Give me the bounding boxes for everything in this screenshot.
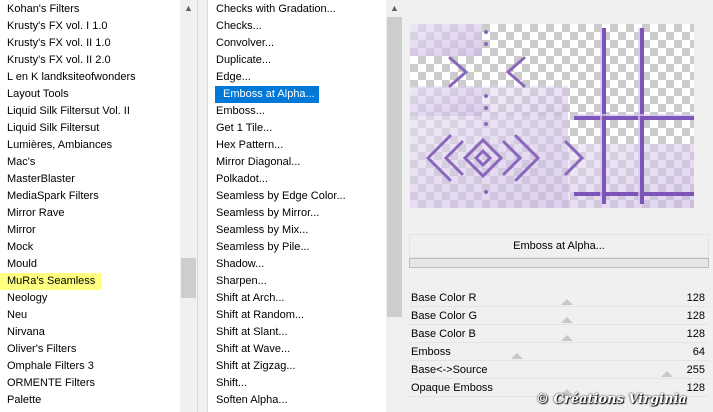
category-item[interactable]: Liquid Silk Filtersut Vol. II — [0, 103, 136, 120]
parameter-row[interactable]: Base Color R 128 — [409, 289, 709, 307]
scroll-up-arrow-icon[interactable]: ▲ — [386, 0, 403, 17]
filter-item[interactable]: Polkadot... — [208, 171, 346, 188]
parameter-slider-marker-icon[interactable] — [511, 353, 523, 359]
category-item[interactable]: Neology — [0, 290, 136, 307]
category-list[interactable]: Kohan's Filters Krusty's FX vol. I 1.0 Kru… — [0, 0, 198, 412]
filter-item[interactable]: Shift at Slant... — [208, 324, 346, 341]
filter-item[interactable]: Shadow... — [208, 256, 346, 273]
filter-item[interactable]: Mirror Diagonal... — [208, 154, 346, 171]
category-item[interactable]: Nirvana — [0, 324, 136, 341]
category-item[interactable]: Krusty's FX vol. I 1.0 — [0, 18, 136, 35]
filter-list-items[interactable]: Checks with Gradation... Checks... Convolv… — [208, 1, 346, 409]
filter-item[interactable]: Shift at Arch... — [208, 290, 346, 307]
parameter-value: 128 — [686, 328, 705, 340]
filter-scroll-thumb[interactable] — [387, 17, 402, 317]
effect-preview — [410, 24, 694, 208]
filter-item[interactable]: Seamless by Mirror... — [208, 205, 346, 222]
category-item[interactable]: Omphale Filters 3 — [0, 358, 136, 375]
parameter-row[interactable]: Base Color B 128 — [409, 325, 709, 343]
parameter-value: 128 — [686, 310, 705, 322]
filter-item[interactable]: Shift... — [208, 375, 346, 392]
category-item[interactable]: Oliver's Filters — [0, 341, 136, 358]
category-item[interactable]: MuRa's Seamless — [0, 273, 102, 290]
parameter-slider-marker-icon[interactable] — [661, 371, 673, 377]
filter-item[interactable]: Soften Alpha... — [208, 392, 346, 409]
filter-item[interactable]: Seamless by Edge Color... — [208, 188, 346, 205]
category-item[interactable]: Mirror Rave — [0, 205, 136, 222]
category-item[interactable]: Krusty's FX vol. II 1.0 — [0, 35, 136, 52]
parameter-row[interactable]: Base<->Source 255 — [409, 361, 709, 379]
filter-list[interactable]: Checks with Gradation... Checks... Convolv… — [207, 0, 403, 412]
scroll-up-arrow-icon[interactable]: ▲ — [180, 0, 197, 17]
category-item[interactable]: MasterBlaster — [0, 171, 136, 188]
category-item[interactable]: Liquid Silk Filtersut — [0, 120, 136, 137]
parameter-slider-marker-icon[interactable] — [561, 299, 573, 305]
filter-item[interactable]: Convolver... — [208, 35, 346, 52]
category-item[interactable]: MediaSpark Filters — [0, 188, 136, 205]
category-item[interactable]: Krusty's FX vol. II 2.0 — [0, 52, 136, 69]
category-item[interactable]: Layout Tools — [0, 86, 136, 103]
filter-item[interactable]: Shift at Zigzag... — [208, 358, 346, 375]
parameter-value: 128 — [686, 382, 705, 394]
category-item[interactable]: Neu — [0, 307, 136, 324]
filter-item[interactable]: Sharpen... — [208, 273, 346, 290]
parameter-slider-marker-icon[interactable] — [561, 335, 573, 341]
parameter-name: Base Color G — [411, 310, 478, 322]
parameter-name: Base<->Source — [411, 364, 488, 376]
preview-pattern — [410, 24, 694, 208]
category-item[interactable]: L en K landksiteofwonders — [0, 69, 136, 86]
filter-scrollbar[interactable]: ▲ — [386, 0, 403, 412]
filter-item[interactable]: Shift at Wave... — [208, 341, 346, 358]
filter-item[interactable]: Seamless by Mix... — [208, 222, 346, 239]
filter-item[interactable]: Duplicate... — [208, 52, 346, 69]
category-item[interactable]: Mock — [0, 239, 136, 256]
category-scrollbar[interactable]: ▲ — [180, 0, 197, 412]
category-item[interactable]: Lumières, Ambiances — [0, 137, 136, 154]
parameter-name: Base Color R — [411, 292, 477, 304]
category-item[interactable]: Mould — [0, 256, 136, 273]
parameter-panel[interactable]: Base Color R 128 Base Color G 128 Base Color… — [409, 289, 709, 397]
filter-item[interactable]: Shift at Random... — [208, 307, 346, 324]
parameter-row[interactable]: Base Color G 128 — [409, 307, 709, 325]
filter-item[interactable]: Seamless by Pile... — [208, 239, 346, 256]
filter-item[interactable]: Edge... — [208, 69, 346, 86]
filter-item[interactable]: Checks... — [208, 18, 346, 35]
parameter-value: 128 — [686, 292, 705, 304]
parameter-name: Opaque Emboss — [411, 382, 493, 394]
filter-title-button[interactable]: Emboss at Alpha... — [409, 234, 709, 258]
watermark-text: © Créations Virginia — [536, 392, 687, 407]
filter-item[interactable]: Checks with Gradation... — [208, 1, 346, 18]
parameter-row[interactable]: Emboss 64 — [409, 343, 709, 361]
parameter-slider-marker-icon[interactable] — [561, 317, 573, 323]
category-scroll-thumb[interactable] — [181, 258, 196, 298]
parameter-name: Emboss — [411, 346, 451, 358]
filter-item[interactable]: Emboss at Alpha... — [215, 86, 319, 103]
category-item[interactable]: Mirror — [0, 222, 136, 239]
parameter-value: 64 — [692, 346, 705, 358]
category-item[interactable]: ORMENTE Filters — [0, 375, 136, 392]
category-item[interactable]: Palette — [0, 392, 136, 409]
category-list-items[interactable]: Kohan's Filters Krusty's FX vol. I 1.0 Kru… — [0, 1, 136, 409]
parameter-value: 255 — [686, 364, 705, 376]
filter-item[interactable]: Hex Pattern... — [208, 137, 346, 154]
filter-item[interactable]: Get 1 Tile... — [208, 120, 346, 137]
progress-bar — [409, 258, 709, 268]
category-item[interactable]: Kohan's Filters — [0, 1, 136, 18]
filter-item[interactable]: Emboss... — [208, 103, 346, 120]
category-item[interactable]: Mac's — [0, 154, 136, 171]
parameter-name: Base Color B — [411, 328, 476, 340]
